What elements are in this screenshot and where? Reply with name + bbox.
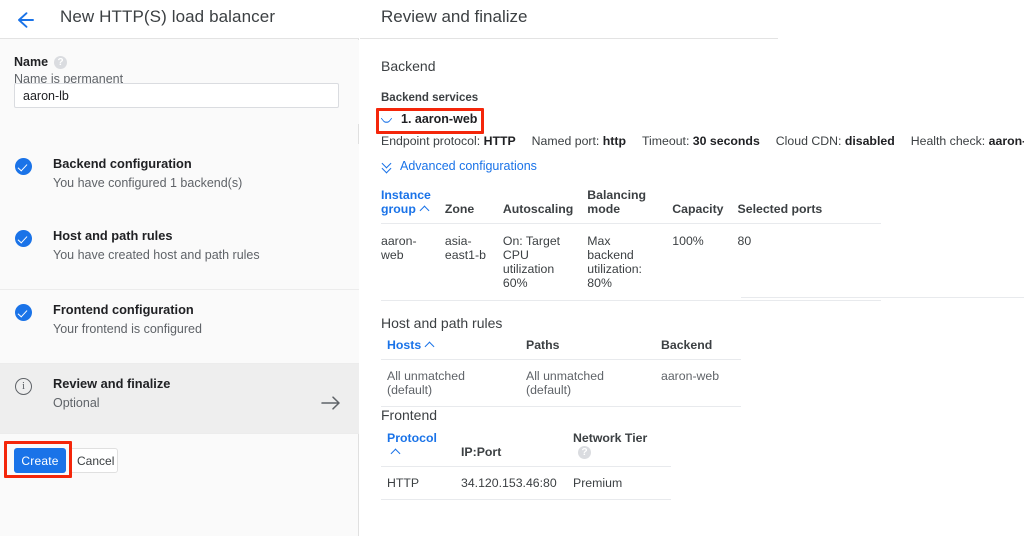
column-header-paths[interactable]: Paths xyxy=(526,338,661,360)
backend-meta-item: Named port: http xyxy=(531,134,626,148)
wizard-panel: New HTTP(S) load balancer Name ? Name is… xyxy=(0,0,359,536)
column-header-hosts[interactable]: Hosts xyxy=(381,338,526,360)
review-panel: Review and finalize Backend Backend serv… xyxy=(360,0,1024,536)
double-chevron-down-icon xyxy=(381,160,392,172)
step-title: Backend configuration xyxy=(53,156,192,171)
column-header-backend[interactable]: Backend xyxy=(661,338,741,360)
step-title: Host and path rules xyxy=(53,228,173,243)
name-label: Name xyxy=(14,55,49,69)
backend-meta-line: Endpoint protocol: HTTP Named port: http T… xyxy=(381,134,1024,148)
backend-table: Instance group Zone Autoscaling Balancin… xyxy=(381,188,881,301)
cell-zone: asia-east1-b xyxy=(444,223,503,301)
sidebar-item-review-and-finalize[interactable]: i Review and finalize Optional xyxy=(0,364,359,434)
cell-paths: All unmatched (default) xyxy=(526,359,661,407)
name-field-block: Name ? Name is permanent xyxy=(0,40,359,124)
cancel-button[interactable]: Cancel xyxy=(70,448,118,473)
caret-up-icon xyxy=(426,340,435,349)
step-subtitle: Your frontend is configured xyxy=(53,322,202,336)
caret-up-icon xyxy=(392,447,401,456)
name-label-row: Name ? xyxy=(14,55,68,69)
step-subtitle: Optional xyxy=(53,396,100,410)
column-header-protocol[interactable]: Protocol xyxy=(381,431,461,468)
wizard-action-bar: Create Cancel xyxy=(0,434,359,484)
help-icon[interactable]: ? xyxy=(54,55,68,69)
host-path-rules-section-title: Host and path rules xyxy=(381,315,503,331)
backend-section-divider xyxy=(741,297,1024,298)
column-header-selected-ports[interactable]: Selected ports xyxy=(737,188,881,224)
table-header-row: Protocol IP:Port Network Tier? xyxy=(381,431,671,468)
cell-instance-group: aaron-web xyxy=(381,223,445,301)
info-circle-icon: i xyxy=(15,378,35,398)
column-header-capacity[interactable]: Capacity xyxy=(672,188,738,224)
sidebar-item-host-and-path-rules[interactable]: Host and path rules You have created hos… xyxy=(0,216,359,290)
check-circle-icon xyxy=(15,230,35,250)
cell-balancing-mode: Max backend utilization: 80% xyxy=(587,223,673,301)
table-row: All unmatched (default) All unmatched (d… xyxy=(381,359,741,407)
chevron-down-icon xyxy=(381,113,393,125)
backend-services-label: Backend services xyxy=(381,92,479,104)
backend-meta-item: Health check: aaron-http-check xyxy=(910,134,1024,148)
table-header-row: Instance group Zone Autoscaling Balancin… xyxy=(381,188,881,224)
column-header-instance-group[interactable]: Instance group xyxy=(381,188,445,224)
frontend-section-title: Frontend xyxy=(381,407,438,423)
cell-capacity: 100% xyxy=(672,223,738,301)
column-header-zone[interactable]: Zone xyxy=(444,188,503,224)
backend-meta-item: Timeout: 30 seconds xyxy=(641,134,760,148)
cell-backend: aaron-web xyxy=(661,359,741,407)
table-header-row: Hosts Paths Backend xyxy=(381,338,741,360)
column-header-ip-port[interactable]: IP:Port xyxy=(461,431,573,468)
column-header-autoscaling[interactable]: Autoscaling xyxy=(502,188,588,224)
help-icon[interactable]: ? xyxy=(578,446,591,460)
sidebar-item-frontend-configuration[interactable]: Frontend configuration Your frontend is … xyxy=(0,290,359,364)
column-header-network-tier[interactable]: Network Tier? xyxy=(573,431,671,468)
sidebar-item-backend-configuration[interactable]: Backend configuration You have configure… xyxy=(0,144,359,226)
cell-autoscaling: On: Target CPU utilization 60% xyxy=(502,223,588,301)
advanced-configurations-link[interactable]: Advanced configurations xyxy=(381,159,537,173)
cell-hosts: All unmatched (default) xyxy=(381,359,526,407)
review-title: Review and finalize xyxy=(381,7,528,26)
create-button[interactable]: Create xyxy=(14,448,66,473)
host-path-rules-table: Hosts Paths Backend All unmatched (defau… xyxy=(381,338,741,407)
step-subtitle: You have configured 1 backend(s) xyxy=(53,176,243,190)
frontend-table: Protocol IP:Port Network Tier? HTTP 34.1… xyxy=(381,431,671,501)
cell-network-tier: Premium xyxy=(573,466,671,501)
table-row: HTTP 34.120.153.46:80 Premium xyxy=(381,466,671,501)
name-input[interactable] xyxy=(14,83,339,108)
arrow-right-icon[interactable] xyxy=(321,395,341,411)
backend-meta-item: Cloud CDN: disabled xyxy=(775,134,895,148)
advanced-configurations-label: Advanced configurations xyxy=(400,159,537,173)
backend-service-toggle[interactable]: 1. aaron-web xyxy=(381,112,477,126)
caret-up-icon xyxy=(421,204,430,213)
table-row: aaron-web asia-east1-b On: Target CPU ut… xyxy=(381,223,881,301)
step-subtitle: You have created host and path rules xyxy=(53,248,260,262)
step-title: Review and finalize xyxy=(53,376,171,391)
app-root: New HTTP(S) load balancer Name ? Name is… xyxy=(0,0,1024,536)
backend-meta-item: Endpoint protocol: HTTP xyxy=(381,134,516,148)
cell-selected-ports: 80 xyxy=(737,223,881,301)
wizard-header: New HTTP(S) load balancer xyxy=(0,0,359,39)
check-circle-icon xyxy=(15,304,35,324)
column-header-balancing-mode[interactable]: Balancing mode xyxy=(587,188,673,224)
backend-section-title: Backend xyxy=(381,58,436,74)
page-title: New HTTP(S) load balancer xyxy=(60,7,276,26)
check-circle-icon xyxy=(15,158,35,178)
backend-service-name: 1. aaron-web xyxy=(401,112,478,126)
step-title: Frontend configuration xyxy=(53,302,194,317)
cell-ip-port: 34.120.153.46:80 xyxy=(461,466,573,501)
header-divider xyxy=(360,38,778,39)
cell-protocol: HTTP xyxy=(381,466,461,501)
arrow-left-icon[interactable] xyxy=(12,7,38,33)
